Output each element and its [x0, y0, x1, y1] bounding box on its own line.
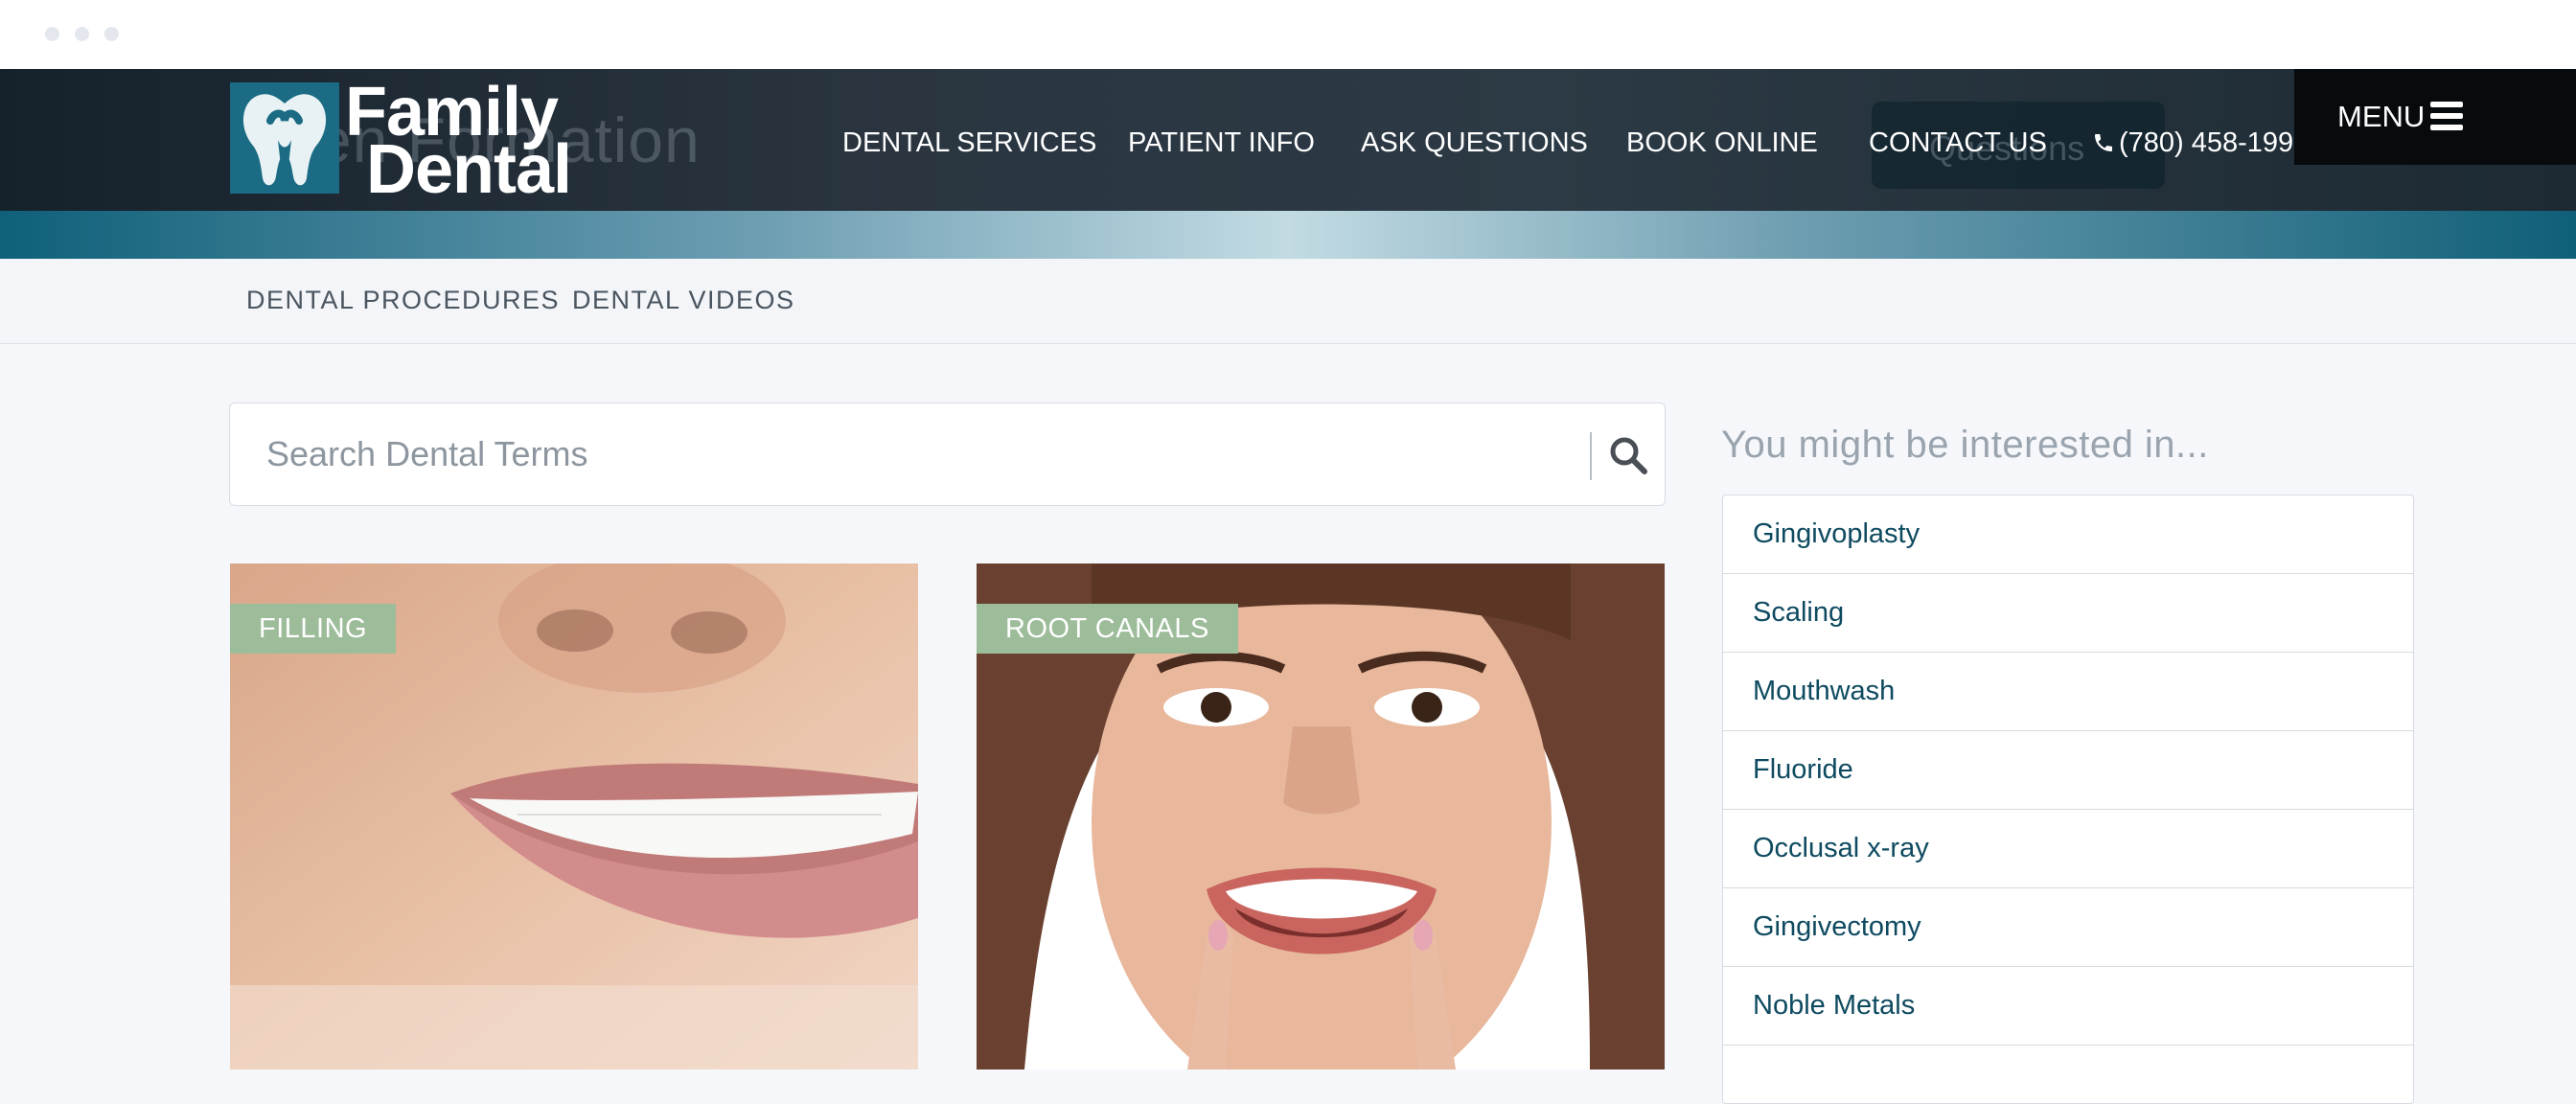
nav-book-online[interactable]: BOOK ONLINE: [1626, 127, 1818, 159]
related-item-partial[interactable]: [1723, 1046, 2413, 1103]
search-icon[interactable]: [1607, 434, 1649, 476]
main-nav: DENTAL SERVICES PATIENT INFO ASK QUESTIO…: [0, 127, 2300, 166]
procedure-card-root-canals[interactable]: ROOT CANALS: [977, 564, 1665, 1070]
subnav-dental-videos[interactable]: DENTAL VIDEOS: [572, 286, 795, 315]
search-input[interactable]: [264, 427, 1495, 481]
window-dot-maximize[interactable]: [104, 27, 119, 41]
hamburger-icon: [2430, 102, 2463, 130]
search-divider: [1590, 432, 1592, 480]
window-dot-close[interactable]: [45, 27, 59, 41]
procedure-card-filling[interactable]: FILLING: [230, 564, 918, 1070]
nav-ask-questions[interactable]: ASK QUESTIONS: [1361, 127, 1588, 159]
related-item-mouthwash[interactable]: Mouthwash: [1723, 653, 2413, 731]
phone-link[interactable]: (780) 458-199: [2092, 127, 2293, 159]
phone-number: (780) 458-199: [2119, 127, 2294, 158]
related-title: You might be interested in...: [1721, 424, 2209, 466]
header-accent-band: [0, 211, 2576, 259]
sub-nav: DENTAL PROCEDURES DENTAL VIDEOS: [0, 259, 2576, 344]
search-box: [229, 402, 1666, 506]
related-item-gingivectomy[interactable]: Gingivectomy: [1723, 888, 2413, 967]
browser-chrome: [0, 0, 2576, 69]
related-item-fluoride[interactable]: Fluoride: [1723, 731, 2413, 810]
nav-contact-us[interactable]: CONTACT US: [1869, 127, 2047, 159]
related-item-occlusal-x-ray[interactable]: Occlusal x-ray: [1723, 810, 2413, 888]
site-header: en Formation Questions Family Dental DEN…: [0, 69, 2576, 211]
nav-dental-services[interactable]: DENTAL SERVICES: [842, 127, 1096, 159]
subnav-dental-procedures[interactable]: DENTAL PROCEDURES: [246, 286, 560, 315]
menu-label: MENU: [2337, 100, 2426, 133]
card-tag-filling[interactable]: FILLING: [230, 604, 397, 654]
menu-button[interactable]: MENU: [2294, 69, 2576, 165]
phone-icon: [2095, 134, 2112, 151]
nav-patient-info[interactable]: PATIENT INFO: [1128, 127, 1315, 159]
related-list: Gingivoplasty Scaling Mouthwash Fluoride…: [1722, 494, 2414, 1104]
related-item-scaling[interactable]: Scaling: [1723, 574, 2413, 653]
related-item-gingivoplasty[interactable]: Gingivoplasty: [1723, 495, 2413, 574]
related-item-noble-metals[interactable]: Noble Metals: [1723, 967, 2413, 1046]
window-dot-minimize[interactable]: [75, 27, 89, 41]
card-tag-root-canals[interactable]: ROOT CANALS: [977, 604, 1238, 654]
